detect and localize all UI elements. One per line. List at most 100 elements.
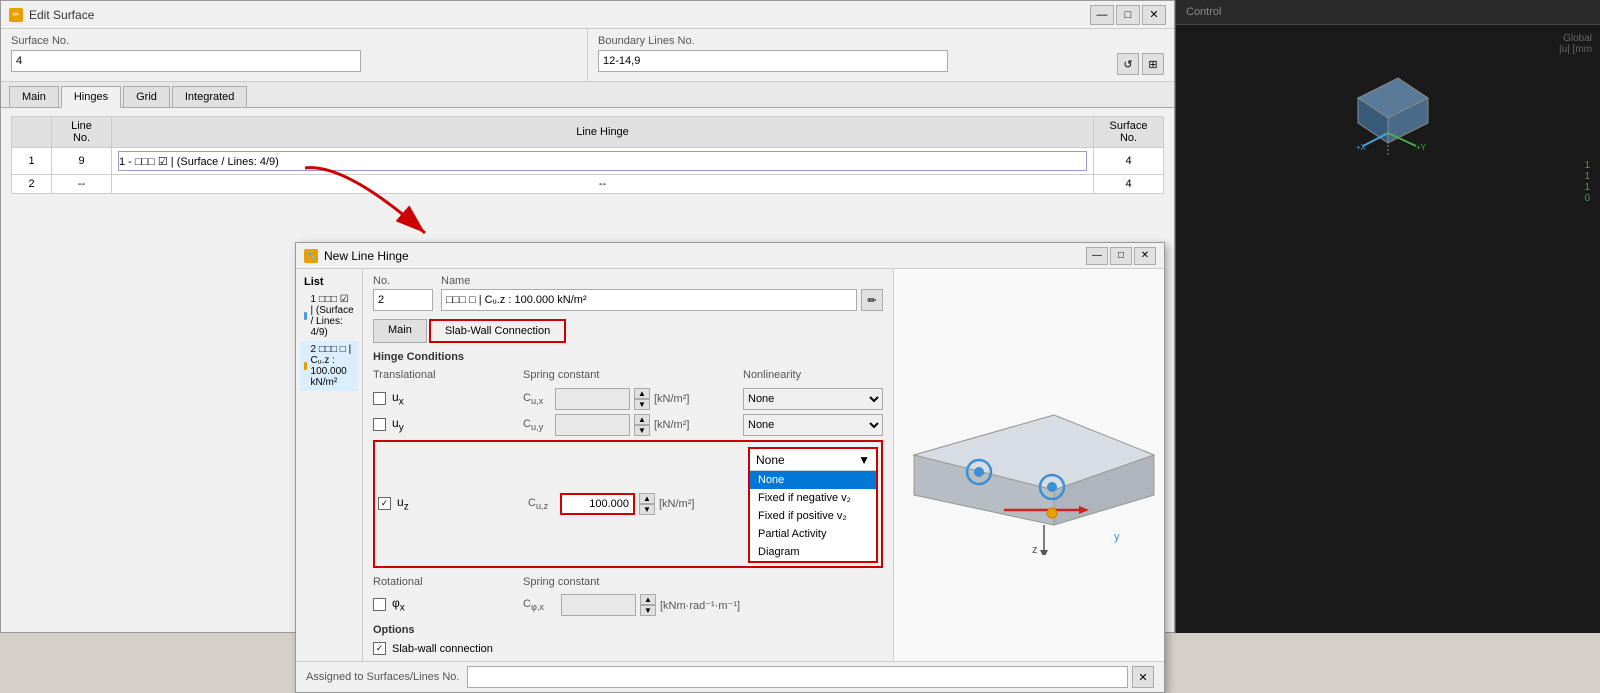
surface-no-input[interactable] <box>11 50 361 72</box>
cuy-label: Cu,y <box>523 418 551 432</box>
refresh-icon[interactable]: ↺ <box>1117 53 1139 75</box>
dialog-minimize[interactable]: — <box>1086 247 1108 265</box>
name-label: Name <box>441 275 883 287</box>
cphix-down[interactable]: ▼ <box>640 605 656 616</box>
list-panel: List 1 □□□ ☑ | (Surface / Lines: 4/9) 2 … <box>296 269 363 661</box>
dialog-body: List 1 □□□ ☑ | (Surface / Lines: 4/9) 2 … <box>296 269 1164 661</box>
grid-icon[interactable]: ⊞ <box>1142 53 1164 75</box>
tab-main[interactable]: Main <box>9 86 59 107</box>
phix-label: φx <box>392 596 405 613</box>
uy-label: uy <box>392 416 404 433</box>
options-section: Options Slab-wall connection <box>373 624 883 655</box>
cuy-up[interactable]: ▲ <box>634 414 650 425</box>
cuz-label: Cu,z <box>528 497 556 511</box>
new-line-hinge-dialog: 🔧 New Line Hinge — □ ✕ List 1 □□□ ☑ | (S… <box>295 242 1165 693</box>
name-edit-button[interactable]: ✏ <box>861 289 883 311</box>
maximize-button[interactable]: □ <box>1116 5 1140 25</box>
uz-checkbox[interactable] <box>378 497 391 510</box>
dropdown-item-diagram[interactable]: Diagram <box>750 543 876 561</box>
cube-3d-icon: +X +Y <box>1338 68 1438 158</box>
svg-text:+X: +X <box>1356 143 1367 152</box>
table-row[interactable]: 1 9 4 <box>12 148 1164 175</box>
tab-slab-wall[interactable]: Slab-Wall Connection <box>429 319 566 343</box>
cphix-label: Cφ,x <box>523 598 557 612</box>
dialog-close[interactable]: ✕ <box>1134 247 1156 265</box>
col-row-no <box>12 117 52 148</box>
tab-integrated[interactable]: Integrated <box>172 86 248 107</box>
options-title: Options <box>373 624 883 636</box>
name-input[interactable] <box>441 289 857 311</box>
cphix-up[interactable]: ▲ <box>640 594 656 605</box>
ux-checkbox[interactable] <box>373 392 386 405</box>
dropdown-item-fixed-negative[interactable]: Fixed if negative v₂ <box>750 489 876 507</box>
main-panel: No. Name ✏ Main Slab-Wall Connection <box>363 269 893 661</box>
col-line-no: LineNo. <box>52 117 112 148</box>
nonlinearity-uy-select[interactable]: None <box>743 414 883 436</box>
table-row[interactable]: 2 -- -- 4 <box>12 175 1164 194</box>
list-item-1[interactable]: 1 □□□ ☑ | (Surface / Lines: 4/9) <box>300 291 358 341</box>
nonlinearity-ux-select[interactable]: None <box>743 388 883 410</box>
metric-val-4: 0 <box>1186 193 1590 204</box>
list-item-2[interactable]: 2 □□□ □ | Cᵤ.z : 100.000 kN/m² <box>300 341 358 391</box>
cux-label: Cu,x <box>523 392 551 406</box>
control-label: Control <box>1186 6 1221 18</box>
uy-checkbox[interactable] <box>373 418 386 431</box>
app-icon: ✏ <box>9 8 23 22</box>
cuy-unit: [kN/m²] <box>654 419 689 431</box>
dialog-title-bar: 🔧 New Line Hinge — □ ✕ <box>296 243 1164 269</box>
assigned-row: Assigned to Surfaces/Lines No. ✕ <box>296 661 1164 692</box>
cphix-input[interactable] <box>561 594 636 616</box>
cuz-input[interactable] <box>560 493 635 515</box>
dialog-maximize[interactable]: □ <box>1110 247 1132 265</box>
right-panel: Control Global|u| [mm +X +Y 1 1 1 0 <box>1175 0 1600 633</box>
list-title: List <box>300 273 358 291</box>
no-label: No. <box>373 275 433 287</box>
assigned-clear-btn[interactable]: ✕ <box>1132 666 1154 688</box>
3d-visualization: y z <box>894 375 1164 555</box>
col-surface-no: SurfaceNo. <box>1094 117 1164 148</box>
cux-down[interactable]: ▼ <box>634 399 650 410</box>
assigned-input[interactable] <box>467 666 1128 688</box>
cux-up[interactable]: ▲ <box>634 388 650 399</box>
close-button[interactable]: ✕ <box>1142 5 1166 25</box>
tab-grid[interactable]: Grid <box>123 86 170 107</box>
dialog-title-text: New Line Hinge <box>324 249 409 263</box>
hinge-conditions-title: Hinge Conditions <box>373 351 883 363</box>
svg-text:+Y: +Y <box>1416 143 1427 152</box>
dropdown-item-none[interactable]: None <box>750 471 876 489</box>
svg-text:y: y <box>1114 531 1120 543</box>
no-input[interactable] <box>373 289 433 311</box>
dropdown-item-partial[interactable]: Partial Activity <box>750 525 876 543</box>
slab-wall-checkbox[interactable] <box>373 642 386 655</box>
spring-constant-rot-label: Spring constant <box>523 576 743 588</box>
cuz-up[interactable]: ▲ <box>639 493 655 504</box>
tab-main-dialog[interactable]: Main <box>373 319 427 343</box>
dropdown-item-fixed-positive[interactable]: Fixed if positive v₂ <box>750 507 876 525</box>
rotational-section: Rotational Spring constant φx Cφ,x ▲ <box>373 576 883 616</box>
dialog-icon: 🔧 <box>304 249 318 263</box>
main-window-title: Edit Surface <box>29 8 94 22</box>
hinge-input-1[interactable] <box>118 151 1087 171</box>
cuy-input[interactable] <box>555 414 630 436</box>
boundary-lines-input[interactable] <box>598 50 948 72</box>
main-tabs: Main Hinges Grid Integrated <box>1 82 1174 108</box>
nonlinearity-col-header: Nonlinearity <box>743 369 883 381</box>
list-color-1 <box>304 312 307 320</box>
minimize-button[interactable]: — <box>1090 5 1114 25</box>
cux-input[interactable] <box>555 388 630 410</box>
cuy-down[interactable]: ▼ <box>634 425 650 436</box>
cux-unit: [kN/m²] <box>654 393 689 405</box>
boundary-lines-label: Boundary Lines No. <box>598 35 1109 47</box>
uz-row-highlighted: uz Cu,z ▲ ▼ [kN/m²] <box>373 440 883 568</box>
metric-val-3: 1 <box>1186 182 1590 193</box>
cuz-down[interactable]: ▼ <box>639 504 655 515</box>
spring-constant-col-header: Spring constant <box>523 369 743 381</box>
no-name-row: No. Name ✏ <box>373 275 883 311</box>
dialog-tabs: Main Slab-Wall Connection <box>373 319 883 343</box>
tab-hinges[interactable]: Hinges <box>61 86 121 108</box>
metric-val-1: 1 <box>1186 160 1590 171</box>
hinges-table: LineNo. Line Hinge SurfaceNo. 1 9 4 2 -- <box>11 116 1164 194</box>
hinges-table-container: LineNo. Line Hinge SurfaceNo. 1 9 4 2 -- <box>1 108 1174 202</box>
main-title-bar: ✏ Edit Surface — □ ✕ <box>1 1 1174 29</box>
phix-checkbox[interactable] <box>373 598 386 611</box>
